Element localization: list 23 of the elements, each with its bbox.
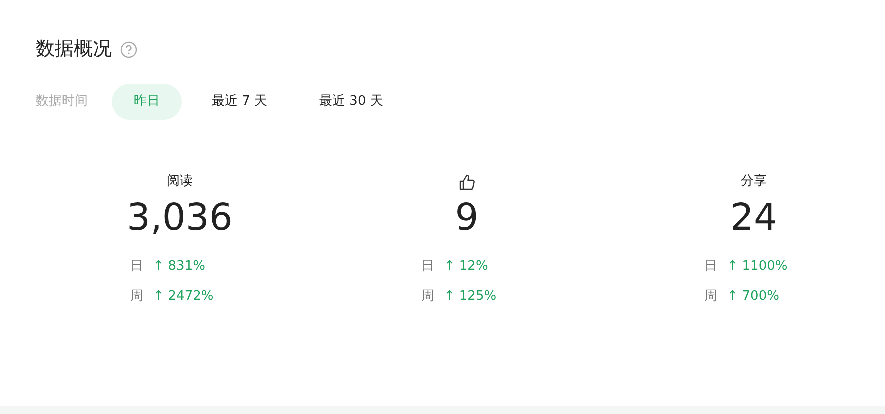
change-value: ↑ 1100% — [727, 258, 788, 276]
range-tab[interactable]: 最近 30 天 — [298, 84, 406, 120]
change-label: 日 — [421, 258, 434, 276]
stat-label: 分享 — [741, 173, 767, 191]
section-title: 数据概况 — [36, 40, 112, 59]
stat-value: 9 — [455, 195, 479, 241]
change-label: 日 — [130, 258, 144, 276]
change-value: ↑ 831% — [153, 258, 206, 276]
thumbs-up-icon — [458, 174, 476, 190]
stat-value: 24 — [730, 195, 778, 241]
change-value: ↑ 12% — [444, 258, 488, 276]
change-value: ↑ 2472% — [153, 288, 214, 306]
change-label: 周 — [704, 288, 718, 306]
range-label: 数据时间 — [36, 93, 88, 112]
help-icon[interactable] — [120, 40, 138, 58]
change-label: 周 — [421, 288, 434, 306]
stat-label: 阅读 — [167, 173, 193, 191]
change-label: 周 — [130, 288, 144, 306]
change-label: 日 — [704, 258, 718, 276]
stat-value: 3,036 — [127, 195, 233, 241]
range-tab[interactable]: 最近 7 天 — [190, 84, 290, 120]
change-value: ↑ 125% — [444, 288, 497, 306]
change-value: ↑ 700% — [727, 288, 780, 306]
